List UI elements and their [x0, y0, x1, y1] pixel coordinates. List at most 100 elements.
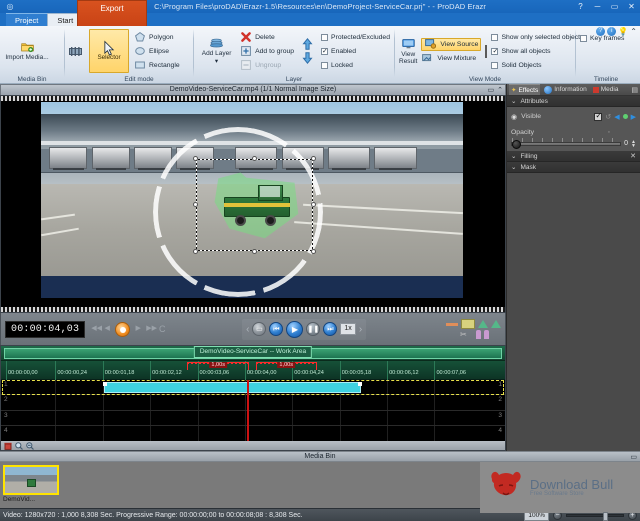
- add-layer-button[interactable]: Add Layer ▾: [198, 37, 235, 65]
- range-marker[interactable]: 1,00s: [187, 362, 250, 370]
- opacity-slider-track[interactable]: [511, 137, 622, 149]
- prev-key-icon[interactable]: ◀: [614, 113, 619, 121]
- opacity-slider[interactable]: 0 ▲ ▼: [511, 137, 636, 149]
- timecode-display[interactable]: 00:00:04,03: [5, 320, 86, 338]
- selector-tool-button[interactable]: Selector: [89, 29, 129, 73]
- play-button[interactable]: ▶: [286, 320, 304, 338]
- purple-marker-icon[interactable]: [483, 330, 489, 339]
- ellipse-tool[interactable]: Ellipse: [133, 45, 180, 58]
- clip-handle-right[interactable]: [358, 382, 363, 386]
- tab-effects[interactable]: ✦ Effects: [509, 84, 541, 95]
- resize-handle-n[interactable]: [251, 156, 257, 161]
- next-keyframe-icon[interactable]: ▶▶: [146, 325, 157, 333]
- info-icon[interactable]: i: [607, 27, 617, 36]
- marker-icon[interactable]: ▭: [252, 322, 267, 336]
- timeline-ruler[interactable]: 00:00:00,00 00:00:00,24 00:00:01,18 00:0…: [1, 361, 505, 380]
- view-result-button[interactable]: View Result: [399, 38, 417, 65]
- minimize-button[interactable]: ─: [589, 0, 606, 13]
- export-button[interactable]: Export: [77, 0, 147, 26]
- step-forward-icon[interactable]: ▶: [134, 325, 142, 333]
- zoom-in-icon[interactable]: [15, 441, 23, 450]
- resize-handle-se[interactable]: [311, 249, 316, 254]
- resize-handle-sw[interactable]: [193, 249, 198, 254]
- protected-excluded-checkbox[interactable]: Protected/Excluded: [321, 31, 390, 44]
- selection-bounding-box[interactable]: [193, 156, 316, 254]
- close-button[interactable]: ✕: [623, 0, 640, 13]
- show-only-selected-checkbox[interactable]: Show only selected objects: [491, 31, 583, 44]
- opacity-value[interactable]: 0: [624, 140, 628, 147]
- help-info-icon[interactable]: ?: [596, 27, 606, 36]
- prev-keyframe-icon[interactable]: ◀◀: [91, 325, 102, 333]
- zoom-slider-track[interactable]: [566, 511, 624, 521]
- fx-icon[interactable]: ✕: [630, 152, 636, 160]
- timeline-clip[interactable]: [103, 382, 363, 393]
- add-layer-dropdown-icon[interactable]: ▾: [215, 58, 218, 65]
- track-row[interactable]: 2 2: [1, 395, 505, 411]
- purple-marker-icon[interactable]: [475, 330, 481, 339]
- timeline-panel[interactable]: DemoVideo-ServiceCar -- Work Area 00:00:…: [0, 345, 506, 451]
- collapse-ribbon-icon[interactable]: ⌃: [630, 27, 637, 36]
- clip-handle-left[interactable]: [103, 382, 108, 386]
- track-row[interactable]: 4 4: [1, 426, 505, 441]
- help-button[interactable]: ?: [572, 0, 589, 13]
- resize-handle-e[interactable]: [311, 202, 316, 207]
- next-section-icon[interactable]: ›: [359, 324, 362, 335]
- color-swatch-icon[interactable]: [485, 44, 488, 58]
- add-key-icon[interactable]: [622, 114, 628, 119]
- bulb-icon[interactable]: 💡: [618, 27, 628, 36]
- skip-to-start-button[interactable]: ⏮: [269, 322, 284, 336]
- import-media-button[interactable]: Import Media...: [4, 41, 50, 61]
- video-viewer[interactable]: [0, 95, 506, 313]
- arrow-down-icon[interactable]: [301, 52, 314, 64]
- tab-information[interactable]: Information: [542, 84, 589, 95]
- section-attributes[interactable]: ⌄ Attributes: [507, 96, 640, 107]
- range-marker[interactable]: 1,00s: [255, 362, 318, 370]
- zoom-out-icon[interactable]: [26, 441, 34, 450]
- zoom-slider-knob[interactable]: [603, 511, 608, 521]
- step-back-icon[interactable]: ◀: [103, 325, 111, 333]
- locked-checkbox[interactable]: Locked: [321, 59, 390, 72]
- solid-objects-checkbox[interactable]: Solid Objects: [491, 59, 583, 72]
- delete-layer-action[interactable]: Delete: [239, 31, 294, 44]
- playhead[interactable]: [246, 380, 249, 441]
- view-mixture-toggle[interactable]: View Mixture: [421, 52, 481, 65]
- playback-speed[interactable]: 1x: [340, 323, 356, 335]
- resize-handle-w[interactable]: [193, 202, 198, 207]
- section-filling[interactable]: ⌄ Filling ✕: [507, 151, 640, 162]
- pin-icon[interactable]: ▤: [631, 86, 638, 94]
- record-icon[interactable]: [115, 321, 131, 337]
- visible-checkbox[interactable]: [594, 111, 603, 121]
- add-to-group-action[interactable]: Add to group: [239, 45, 294, 58]
- polygon-tool[interactable]: Polygon: [133, 31, 180, 44]
- resize-handle-nw[interactable]: [193, 156, 198, 161]
- pause-button[interactable]: ❚❚: [306, 322, 321, 336]
- reset-loop-icon[interactable]: C: [158, 325, 166, 334]
- filmstrip-icon[interactable]: [68, 45, 82, 57]
- opacity-spinner[interactable]: ▲ ▼: [631, 139, 636, 148]
- yellow-box-icon[interactable]: [461, 319, 475, 329]
- view-source-toggle[interactable]: View Source: [421, 37, 482, 51]
- track-row[interactable]: 3 3: [1, 411, 505, 426]
- skip-to-end-button[interactable]: ⏭: [323, 322, 338, 336]
- trash-icon[interactable]: [4, 442, 12, 450]
- maximize-button[interactable]: ▭: [606, 0, 623, 13]
- resize-handle-s[interactable]: [251, 249, 257, 254]
- media-bin-body[interactable]: DemoVid... Download Bull Free Software S…: [0, 462, 640, 513]
- media-bin-item[interactable]: DemoVid...: [3, 465, 59, 505]
- tab-project[interactable]: Project: [6, 13, 48, 26]
- arrow-up-icon[interactable]: [301, 38, 314, 50]
- scissors-icon[interactable]: ✂: [460, 330, 467, 339]
- keyframe-dot-icon[interactable]: ◦: [608, 129, 610, 136]
- resize-handle-ne[interactable]: [311, 156, 316, 161]
- section-mask[interactable]: ⌄ Mask: [507, 162, 640, 173]
- enabled-checkbox[interactable]: Enabled: [321, 45, 390, 58]
- rectangle-tool[interactable]: Rectangle: [133, 59, 180, 72]
- opacity-slider-knob[interactable]: [512, 139, 521, 149]
- orange-bar-icon[interactable]: [446, 322, 458, 326]
- reset-icon[interactable]: ↺: [605, 113, 611, 121]
- show-all-objects-checkbox[interactable]: Show all objects: [491, 45, 583, 58]
- next-key-icon[interactable]: ▶: [631, 113, 636, 121]
- work-area-bar[interactable]: DemoVideo-ServiceCar -- Work Area: [1, 346, 505, 361]
- timeline-tracks[interactable]: 1 1 2 2 3 3 4 4: [1, 380, 505, 441]
- prev-section-icon[interactable]: ‹: [246, 324, 249, 335]
